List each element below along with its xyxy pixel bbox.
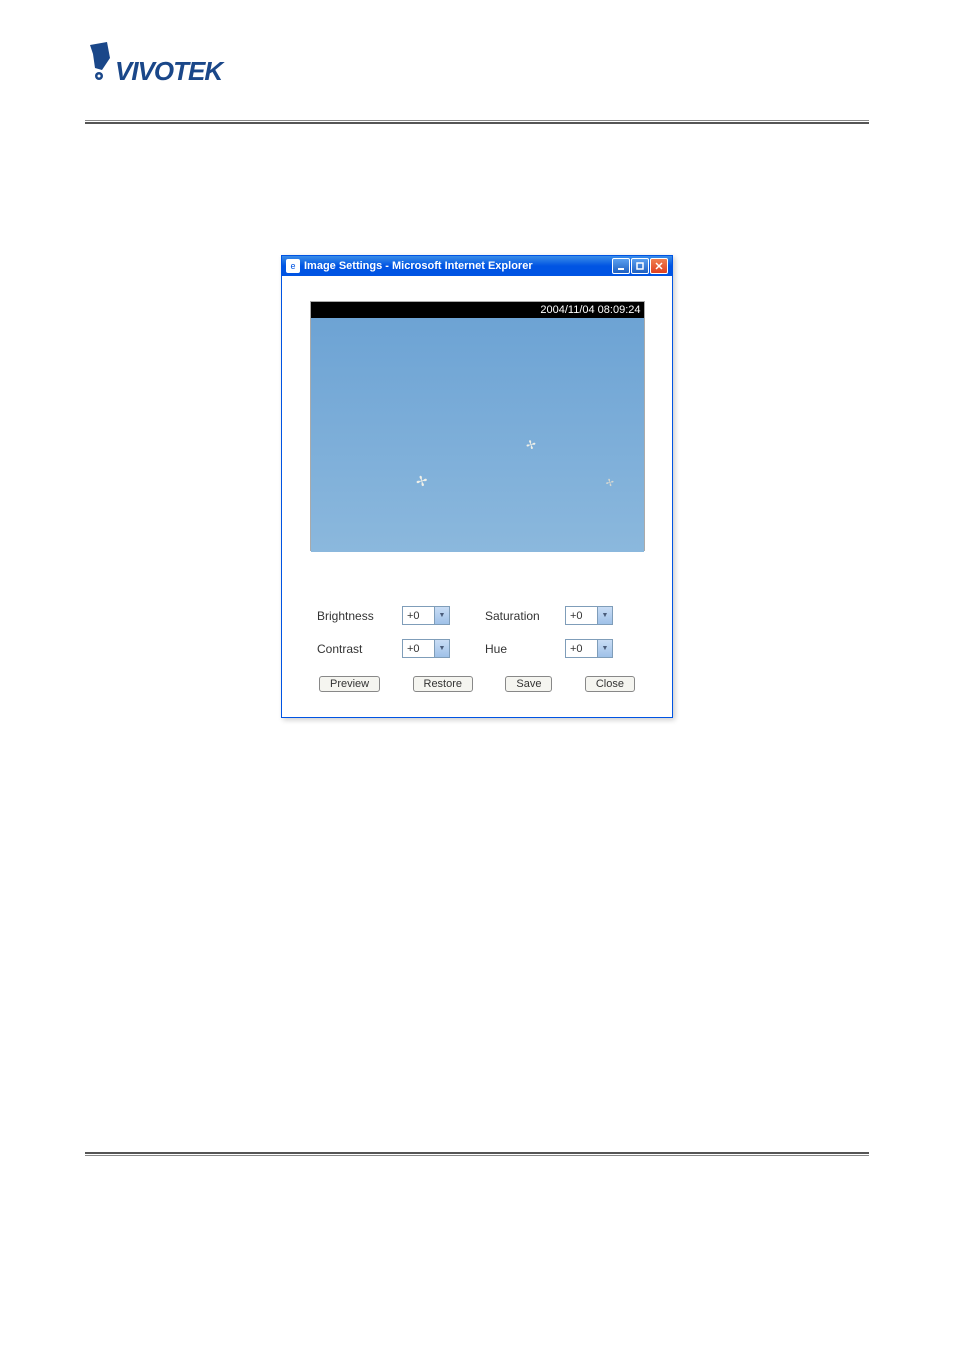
svg-text:VIVOTEK: VIVOTEK (115, 56, 225, 86)
bird-shape: ✢ (524, 437, 537, 453)
ie-window: e Image Settings - Microsoft Internet Ex… (281, 255, 673, 718)
content-area: e Image Settings - Microsoft Internet Ex… (85, 125, 869, 718)
video-preview-image: ✢ ✢ ✢ (311, 318, 644, 552)
contrast-dropdown[interactable]: +0 ▼ (402, 639, 450, 658)
controls-area: Brightness +0 ▼ Saturation +0 ▼ Contrast (297, 551, 657, 702)
ie-icon: e (286, 259, 300, 273)
control-row: Brightness +0 ▼ Saturation +0 ▼ (317, 606, 637, 625)
chevron-down-icon: ▼ (434, 607, 449, 624)
contrast-label: Contrast (317, 642, 402, 656)
video-timestamp: 2004/11/04 08:09:24 (311, 302, 644, 318)
logo-section: VIVOTEK (85, 40, 869, 95)
chevron-down-icon: ▼ (434, 640, 449, 657)
divider-bottom (85, 1152, 869, 1156)
saturation-value: +0 (566, 610, 597, 622)
divider-top (85, 120, 869, 124)
window-titlebar[interactable]: e Image Settings - Microsoft Internet Ex… (282, 256, 672, 276)
window-body: 2004/11/04 08:09:24 ✢ ✢ ✢ Brightness +0 … (282, 276, 672, 717)
hue-dropdown[interactable]: +0 ▼ (565, 639, 613, 658)
control-row: Contrast +0 ▼ Hue +0 ▼ (317, 639, 637, 658)
contrast-value: +0 (403, 643, 434, 655)
maximize-button[interactable] (631, 258, 649, 274)
video-frame: 2004/11/04 08:09:24 ✢ ✢ ✢ (310, 301, 645, 551)
vivotek-logo: VIVOTEK (85, 40, 275, 95)
titlebar-left: e Image Settings - Microsoft Internet Ex… (286, 259, 533, 273)
chevron-down-icon: ▼ (597, 640, 612, 657)
minimize-button[interactable] (612, 258, 630, 274)
bird-shape: ✢ (604, 477, 615, 490)
hue-value: +0 (566, 643, 597, 655)
titlebar-buttons (612, 258, 668, 274)
window-title: Image Settings - Microsoft Internet Expl… (304, 260, 533, 272)
preview-button[interactable]: Preview (319, 676, 380, 692)
bird-shape: ✢ (413, 472, 429, 491)
hue-label: Hue (485, 642, 565, 656)
close-window-button[interactable] (650, 258, 668, 274)
button-row: Preview Restore Save Close (317, 676, 637, 692)
save-button[interactable]: Save (505, 676, 552, 692)
brightness-label: Brightness (317, 609, 402, 623)
chevron-down-icon: ▼ (597, 607, 612, 624)
saturation-dropdown[interactable]: +0 ▼ (565, 606, 613, 625)
brightness-dropdown[interactable]: +0 ▼ (402, 606, 450, 625)
brightness-value: +0 (403, 610, 434, 622)
saturation-label: Saturation (485, 609, 565, 623)
restore-button[interactable]: Restore (413, 676, 474, 692)
close-button[interactable]: Close (585, 676, 635, 692)
